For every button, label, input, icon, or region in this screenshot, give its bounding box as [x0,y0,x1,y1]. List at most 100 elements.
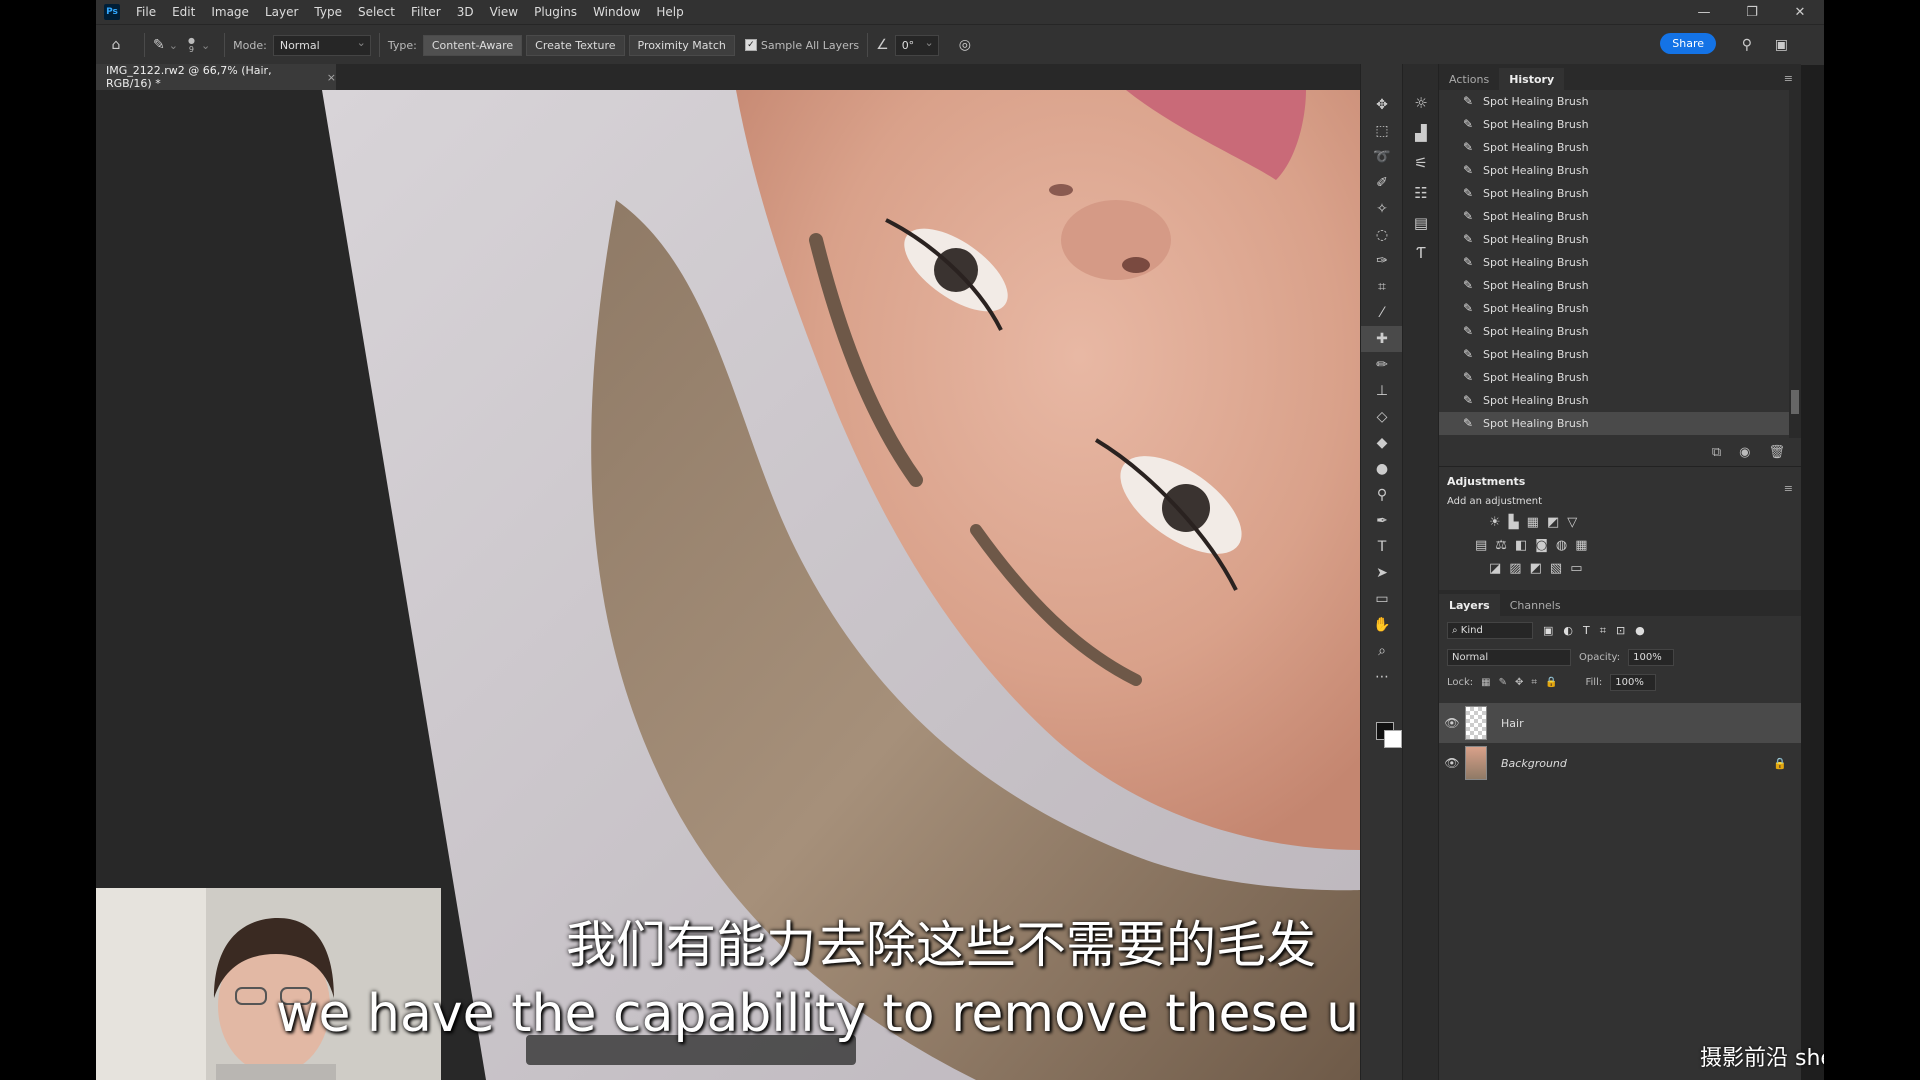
magic-wand-tool-icon[interactable]: ✧ [1361,196,1403,222]
lasso-alt-tool-icon[interactable]: ◌ [1361,222,1403,248]
content-aware-button[interactable]: Content-Aware [422,34,523,56]
histogram-icon[interactable]: ▟ [1403,118,1439,148]
menu-3d[interactable]: 3D [449,5,482,19]
history-item[interactable]: ✎ Spot Healing Brush [1439,251,1801,274]
snapshot-camera-icon[interactable]: ◉ [1739,445,1750,460]
angle-input[interactable]: 0° [894,34,939,56]
chevron-down-icon[interactable]: ⌄ [169,39,178,52]
color-balance-icon[interactable]: ⚖ [1495,538,1507,553]
workspace-icon[interactable]: ▣ [1775,37,1788,53]
spot-healing-brush-tool-icon[interactable]: ✚ [1361,326,1403,352]
path-selection-tool-icon[interactable]: ➤ [1361,560,1403,586]
lock-position-icon[interactable]: ✥ [1515,677,1523,688]
filter-toggle-icon[interactable]: ● [1635,624,1645,637]
blur-tool-icon[interactable]: ● [1361,456,1403,482]
object-selection-tool-icon[interactable]: ✐ [1361,170,1403,196]
lasso-tool-icon[interactable]: ➰ [1361,144,1403,170]
brush-size-picker[interactable]: ● 9 [188,36,195,54]
menu-image[interactable]: Image [203,5,257,19]
background-color-swatch[interactable] [1384,730,1402,748]
vibrance-icon[interactable]: ▽ [1567,515,1577,530]
color-lookup-icon[interactable]: ▦ [1575,538,1587,553]
photo-filter-icon[interactable]: ◙ [1535,538,1548,553]
tab-actions[interactable]: Actions [1439,68,1499,90]
properties-icon[interactable]: ☼ [1403,88,1439,118]
history-item[interactable]: ✎ Spot Healing Brush [1439,274,1801,297]
spot-healing-brush-preset-icon[interactable]: ✎ [153,37,165,53]
create-texture-button[interactable]: Create Texture [526,34,625,56]
lock-image-icon[interactable]: ✎ [1499,677,1507,688]
history-item[interactable]: ✎ Spot Healing Brush [1439,297,1801,320]
history-item[interactable]: ✎ Spot Healing Brush [1439,136,1801,159]
channel-mixer-icon[interactable]: ◍ [1556,538,1567,553]
blend-mode-select[interactable]: Normal [1447,649,1571,666]
history-item[interactable]: ✎ Spot Healing Brush [1439,205,1801,228]
marquee-tool-icon[interactable]: ⬚ [1361,118,1403,144]
menu-filter[interactable]: Filter [403,5,449,19]
chevron-down-icon[interactable]: ⌄ [201,39,210,52]
libraries-icon[interactable]: ▤ [1403,208,1439,238]
gradient-map-icon[interactable]: ▭ [1570,561,1582,576]
opacity-input[interactable]: 100% [1628,649,1675,666]
eye-icon[interactable]: 👁 [1439,716,1465,730]
tab-channels[interactable]: Channels [1500,594,1571,616]
type-filter-icon[interactable]: T [1583,624,1590,637]
zoom-tool-icon[interactable]: ⌕ [1361,638,1403,664]
pixel-filter-icon[interactable]: ▣ [1543,624,1553,637]
fill-input[interactable]: 100% [1610,674,1657,691]
proximity-match-button[interactable]: Proximity Match [628,34,735,56]
menu-file[interactable]: File [128,5,164,19]
history-item[interactable]: ✎ Spot Healing Brush [1439,182,1801,205]
history-item[interactable]: ✎ Spot Healing Brush [1439,343,1801,366]
menu-edit[interactable]: Edit [164,5,203,19]
eyedropper-tool-icon[interactable]: ⁄ [1361,300,1403,326]
paint-bucket-tool-icon[interactable]: ◆ [1361,430,1403,456]
share-button[interactable]: Share [1660,33,1716,54]
history-item[interactable]: ✎ Spot Healing Brush [1439,90,1801,113]
hand-tool-icon[interactable]: ✋ [1361,612,1403,638]
threshold-icon[interactable]: ◩ [1530,561,1542,576]
search-icon[interactable]: ⚲ [1742,37,1752,53]
close-tab-icon[interactable]: × [327,71,336,84]
menu-help[interactable]: Help [648,5,691,19]
minimize-icon[interactable]: — [1680,0,1728,24]
eye-icon[interactable]: 👁 [1439,756,1465,770]
shape-filter-icon[interactable]: ⌗ [1600,624,1606,638]
home-icon[interactable]: ⌂ [96,37,136,53]
character-icon[interactable]: Ƭ [1403,238,1439,268]
history-item[interactable]: ✎ Spot Healing Brush [1439,113,1801,136]
new-document-from-state-icon[interactable]: ⧉ [1712,445,1721,460]
history-item[interactable]: ✎ Spot Healing Brush [1439,389,1801,412]
curves-icon[interactable]: ▦ [1527,515,1539,530]
brightness-contrast-icon[interactable]: ☀ [1489,515,1501,530]
trash-icon[interactable]: 🗑 [1768,445,1785,460]
layer-row-background[interactable]: 👁 Background 🔒 [1439,743,1801,783]
menu-select[interactable]: Select [350,5,403,19]
pen-tool-icon[interactable]: ✒ [1361,508,1403,534]
adjustment-filter-icon[interactable]: ◐ [1563,624,1573,637]
layer-row-hair[interactable]: 👁 Hair [1439,703,1801,743]
type-tool-icon[interactable]: T [1361,534,1403,560]
document-tab[interactable]: IMG_2122.rw2 @ 66,7% (Hair, RGB/16) * × [96,64,336,90]
history-item[interactable]: ✎ Spot Healing Brush [1439,320,1801,343]
rectangle-tool-icon[interactable]: ▭ [1361,586,1403,612]
history-item[interactable]: ✎ Spot Healing Brush [1439,366,1801,389]
history-item[interactable]: ✎ Spot Healing Brush [1439,159,1801,182]
history-item[interactable]: ✎ Spot Healing Brush [1439,228,1801,251]
adjustments-icon[interactable]: ☷ [1403,178,1439,208]
panel-menu-icon[interactable]: ≡ [1784,482,1793,495]
more-tools-icon[interactable]: ⋯ [1361,664,1403,690]
scroll-thumb[interactable] [1791,390,1799,414]
brush-tool-icon[interactable]: ✏ [1361,352,1403,378]
levels-icon[interactable]: ▙ [1509,515,1519,530]
tab-history[interactable]: History [1499,68,1565,90]
tab-layers[interactable]: Layers [1439,594,1500,616]
dodge-tool-icon[interactable]: ⚲ [1361,482,1403,508]
lock-all-icon[interactable]: 🔒 [1545,677,1557,688]
kind-filter-select[interactable]: ⌕ Kind [1447,622,1533,639]
menu-layer[interactable]: Layer [257,5,306,19]
menu-window[interactable]: Window [585,5,648,19]
sample-all-layers-checkbox[interactable]: ✓ Sample All Layers [744,39,859,52]
history-item[interactable]: ✎ Spot Healing Brush [1439,412,1801,435]
history-scrollbar[interactable] [1789,90,1801,438]
